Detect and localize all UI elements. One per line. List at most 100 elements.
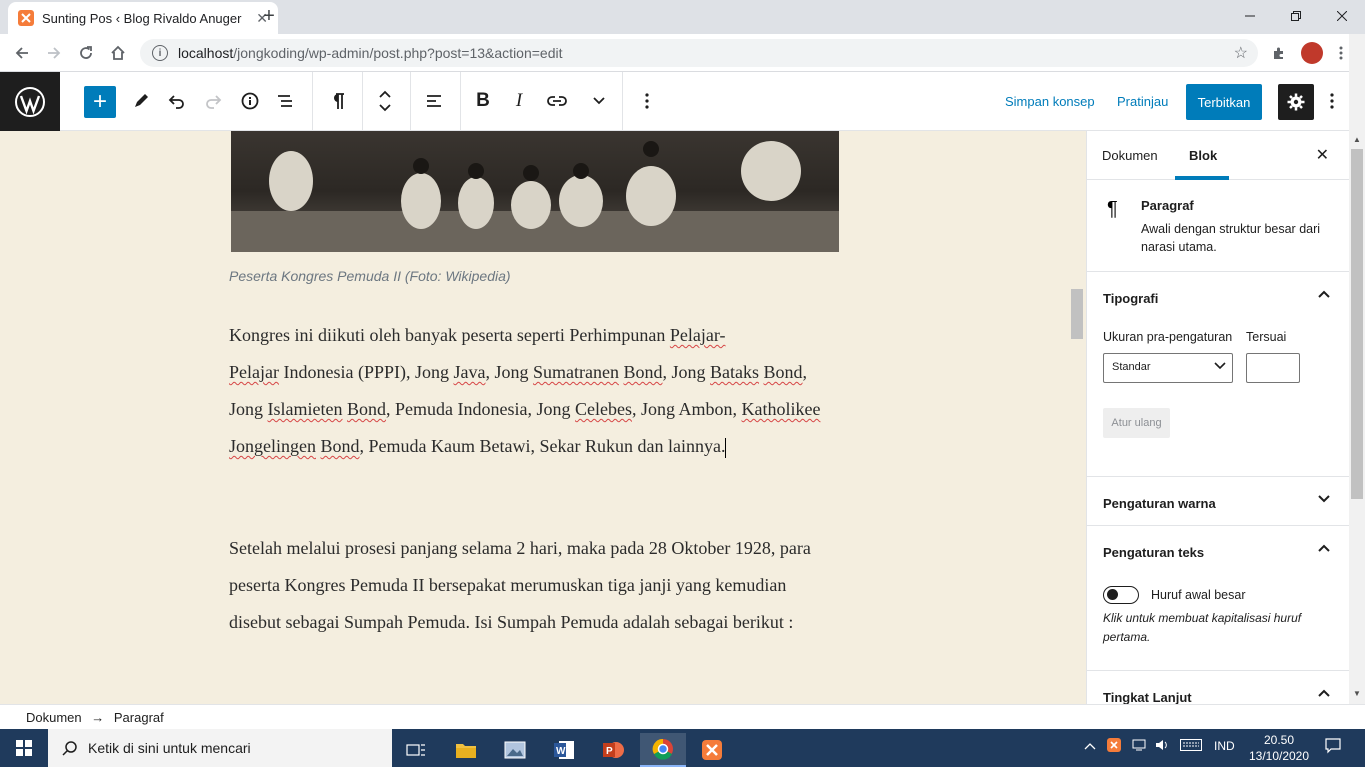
restore-icon[interactable] <box>1273 0 1319 32</box>
bookmark-star-icon[interactable]: ☆ <box>1234 43 1248 63</box>
word-app-icon[interactable]: W <box>541 733 587 767</box>
chevron-up-icon[interactable] <box>1317 286 1331 304</box>
font-size-select[interactable]: Standar <box>1103 353 1233 383</box>
new-tab-button[interactable]: + <box>258 6 280 28</box>
show-hidden-icons-chevron-up-icon[interactable] <box>1084 739 1096 753</box>
xampp-tray-icon[interactable] <box>1107 738 1121 755</box>
more-tools-options-icon[interactable] <box>1315 84 1349 118</box>
paragraph-block-selected[interactable]: Kongres ini diikuti oleh banyak peserta … <box>229 317 841 465</box>
content-info-icon[interactable] <box>233 84 267 118</box>
tab-document[interactable]: Dokumen <box>1102 148 1158 163</box>
file-explorer-icon[interactable] <box>443 733 489 767</box>
forward-icon[interactable] <box>42 41 66 65</box>
editor-canvas: Peserta Kongres Pemuda II (Foto: Wikiped… <box>0 131 1086 704</box>
windows-taskbar: Ketik di sini untuk mencari W P IND 20.5… <box>0 729 1365 767</box>
input-language[interactable]: IND <box>1214 739 1235 753</box>
color-settings-panel[interactable]: Pengaturan warna <box>1087 477 1349 526</box>
reset-button[interactable]: Atur ulang <box>1103 408 1170 438</box>
svg-text:W: W <box>556 746 566 757</box>
typography-panel: Tipografi Ukuran pra-pengaturan Tersuai … <box>1087 272 1349 477</box>
editor-scrollbar-thumb[interactable] <box>1071 289 1083 339</box>
url-host: localhost <box>178 45 234 61</box>
breadcrumb-document[interactable]: Dokumen <box>26 710 82 725</box>
sidebar-scrollbar-thumb[interactable] <box>1351 149 1363 499</box>
toolbar-divider <box>410 72 411 131</box>
color-settings-title[interactable]: Pengaturan warna <box>1103 496 1216 511</box>
advanced-panel[interactable]: Tingkat Lanjut <box>1087 671 1349 704</box>
breadcrumb-paragraph[interactable]: Paragraf <box>114 710 164 725</box>
editor-scrollbar[interactable] <box>1070 131 1084 704</box>
paragraph-icon: ¶ <box>1107 198 1118 220</box>
edit-tools-icon[interactable] <box>124 84 158 118</box>
site-info-icon[interactable]: i <box>152 45 168 61</box>
settings-gear-icon[interactable] <box>1278 84 1314 120</box>
custom-font-size-input[interactable] <box>1246 353 1300 383</box>
undo-icon[interactable] <box>160 84 194 118</box>
redo-icon[interactable] <box>196 84 230 118</box>
minimize-icon[interactable] <box>1227 0 1273 32</box>
image-caption[interactable]: Peserta Kongres Pemuda II (Foto: Wikiped… <box>229 268 511 284</box>
align-left-icon[interactable] <box>417 84 451 118</box>
chevron-up-icon[interactable] <box>1317 685 1331 703</box>
browser-tabstrip: Sunting Pos ‹ Blog Rivaldo Anugerah ✕ + <box>0 0 1365 34</box>
typography-title[interactable]: Tipografi <box>1103 291 1158 306</box>
close-sidebar-icon[interactable]: ✕ <box>1316 145 1329 165</box>
url-text: localhost/jongkoding/wp-admin/post.php?p… <box>178 45 563 61</box>
xampp-favicon-icon <box>18 10 34 26</box>
keyboard-icon[interactable] <box>1180 739 1202 754</box>
italic-icon[interactable]: I <box>502 84 536 118</box>
add-block-button[interactable]: + <box>84 86 116 118</box>
drop-cap-toggle[interactable] <box>1103 586 1139 604</box>
profile-avatar[interactable] <box>1301 42 1323 64</box>
scroll-down-arrow-icon[interactable]: ▼ <box>1353 689 1361 698</box>
font-size-selected: Standar <box>1112 361 1151 373</box>
wordpress-logo-icon[interactable] <box>0 72 60 131</box>
featured-photo <box>231 131 839 252</box>
address-bar[interactable]: i localhost/jongkoding/wp-admin/post.php… <box>140 39 1258 67</box>
more-rich-text-chevron-down-icon[interactable] <box>582 84 616 118</box>
powerpoint-app-icon[interactable]: P <box>590 733 636 767</box>
chevron-down-icon[interactable] <box>1317 491 1331 509</box>
browser-tab[interactable]: Sunting Pos ‹ Blog Rivaldo Anugerah ✕ <box>8 2 278 34</box>
paragraph-block-icon[interactable] <box>320 84 354 118</box>
close-window-icon[interactable] <box>1319 0 1365 32</box>
chevron-down-icon <box>1214 359 1226 373</box>
bold-icon[interactable]: B <box>466 84 500 118</box>
save-draft-button[interactable]: Simpan konsep <box>1005 94 1095 109</box>
extensions-icon[interactable] <box>1268 42 1290 64</box>
preview-button[interactable]: Pratinjau <box>1117 94 1168 109</box>
block-breadcrumb: Dokumen → Paragraf <box>0 704 1365 729</box>
move-up-down-icon[interactable] <box>368 84 402 118</box>
task-view-icon[interactable] <box>393 733 439 767</box>
reload-icon[interactable] <box>74 41 98 65</box>
toolbar-divider <box>362 72 363 131</box>
volume-icon[interactable] <box>1155 739 1169 754</box>
block-options-icon[interactable] <box>630 84 664 118</box>
taskbar-clock[interactable]: 20.50 13/10/2020 <box>1248 732 1310 764</box>
chrome-app-icon[interactable] <box>640 733 686 767</box>
taskbar-search-input[interactable]: Ketik di sini untuk mencari <box>48 729 392 767</box>
paragraph-block[interactable]: Setelah melalui prosesi panjang selama 2… <box>229 530 841 641</box>
editor-header-toolbar: + B I Simpan konsep Pratinjau Terbitkan <box>0 72 1365 131</box>
home-icon[interactable] <box>106 41 130 65</box>
back-icon[interactable] <box>10 41 34 65</box>
page-scrollbar-top[interactable] <box>1349 34 1365 131</box>
advanced-title[interactable]: Tingkat Lanjut <box>1103 690 1192 704</box>
text-caret <box>725 437 727 458</box>
settings-sidebar: Dokumen Blok ✕ ¶ Paragraf Awali dengan s… <box>1086 131 1349 704</box>
text-settings-title[interactable]: Pengaturan teks <box>1103 545 1204 560</box>
notifications-icon[interactable] <box>1325 738 1341 757</box>
link-icon[interactable] <box>540 84 574 118</box>
sidebar-tabs: Dokumen Blok ✕ <box>1087 131 1349 180</box>
photos-app-icon[interactable] <box>492 733 538 767</box>
scroll-up-arrow-icon[interactable]: ▲ <box>1353 135 1361 144</box>
sidebar-scrollbar[interactable]: ▲ ▼ <box>1349 131 1365 704</box>
xampp-app-icon[interactable] <box>689 733 735 767</box>
windows-start-icon[interactable] <box>0 729 48 767</box>
chevron-up-icon[interactable] <box>1317 540 1331 558</box>
block-navigation-icon[interactable] <box>268 84 302 118</box>
tab-block[interactable]: Blok <box>1189 148 1217 163</box>
publish-button[interactable]: Terbitkan <box>1186 84 1262 120</box>
tab-title: Sunting Pos ‹ Blog Rivaldo Anugerah <box>42 10 242 26</box>
network-icon[interactable] <box>1132 739 1146 754</box>
